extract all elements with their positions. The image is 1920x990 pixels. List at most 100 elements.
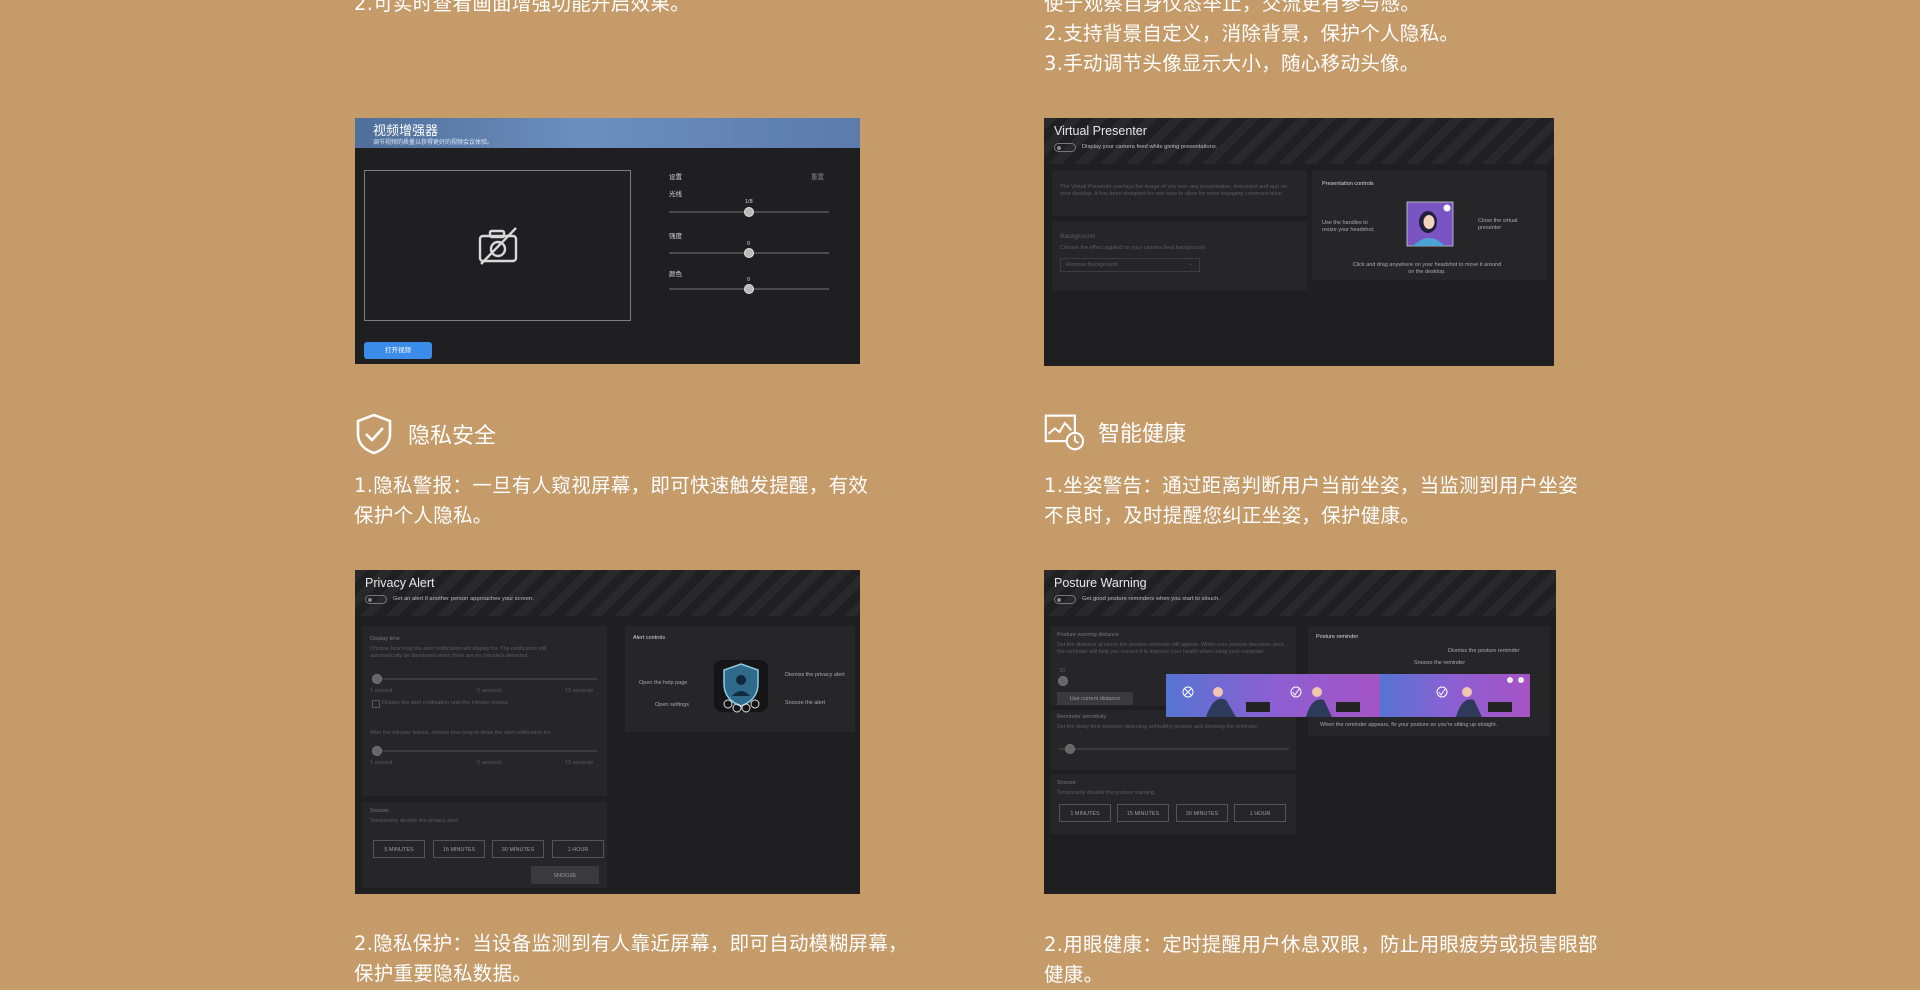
privacy-alert-toggle-desc: Get an alert if another person approache… bbox=[393, 596, 534, 602]
background-select[interactable]: Remove Background ⌄ bbox=[1060, 258, 1200, 272]
posture-distance-label: Posture warning distance bbox=[1057, 632, 1119, 638]
camera-off-icon bbox=[478, 227, 518, 265]
display-tick-2: 5 seconds bbox=[477, 688, 503, 694]
posture-snooze-15min-button[interactable]: 15 MINUTES bbox=[1117, 804, 1169, 822]
after-tick-1: 1 second bbox=[370, 760, 393, 766]
posture-snooze-1hour-button[interactable]: 1 HOUR bbox=[1234, 804, 1286, 822]
video-enhancer-panel: 视频增强器 调节视频的质量以获得更好的视频会议体验。 设置 重置 光线 1/8 … bbox=[355, 118, 860, 364]
after-leaves-desc: After the intruder leaves, choose how lo… bbox=[370, 730, 552, 736]
privacy-para1-line2: 保护个人隐私。 bbox=[354, 504, 493, 527]
alert-controls-title: Alert controls bbox=[633, 635, 666, 641]
privacy-alert-header: Privacy Alert Get an alert if another pe… bbox=[355, 570, 860, 616]
posture-warning-toggle-desc: Get good posture reminders when you star… bbox=[1082, 596, 1220, 602]
posture-illustration bbox=[1182, 686, 1360, 717]
top-right-line2: 2.支持背景自定义，消除背景，保护个人隐私。 bbox=[1044, 22, 1460, 45]
virtual-presenter-title: Virtual Presenter bbox=[1054, 124, 1147, 138]
after-tick-3: 10 seconds bbox=[565, 760, 594, 766]
presentation-controls-card: Presentation controls Use the handles to… bbox=[1312, 170, 1547, 280]
snooze-card: Snooze Temporarily disable the privacy a… bbox=[362, 802, 607, 888]
settings-label: 设置 bbox=[669, 174, 682, 181]
snooze-5min-button[interactable]: 5 MINUTES bbox=[373, 840, 425, 858]
display-time-slider-thumb[interactable] bbox=[372, 674, 382, 684]
brightness-slider-thumb[interactable] bbox=[744, 207, 754, 217]
display-time-label: Display time bbox=[370, 636, 400, 642]
top-left-line2: 2.可实时查看画面增强功能开启效果。 bbox=[354, 0, 691, 15]
snooze-alert-hint: Snooze the alert bbox=[785, 700, 826, 706]
presenter-desc-card: The Virtual Presenter overlays the image… bbox=[1052, 170, 1307, 216]
posture-warning-title: Posture Warning bbox=[1054, 576, 1147, 590]
posture-snooze-label: Snooze bbox=[1057, 780, 1076, 786]
privacy-shield-icon bbox=[714, 660, 768, 713]
health-heading-text: 智能健康 bbox=[1098, 422, 1187, 447]
privacy-heading-text: 隐私安全 bbox=[408, 424, 497, 449]
snooze-30min-button[interactable]: 30 MINUTES bbox=[492, 840, 544, 858]
camera-preview bbox=[364, 170, 631, 321]
snooze-label: Snooze bbox=[370, 808, 389, 814]
intensity-label: 强度 bbox=[669, 233, 682, 240]
health-para2-line1: 2.用眼健康：定时提醒用户休息双眼，防止用眼疲劳或损害眼部 bbox=[1044, 933, 1598, 956]
privacy-para2-line1: 2.隐私保护：当设备监测到有人靠近屏幕，即可自动模糊屏幕， bbox=[354, 932, 908, 955]
privacy-alert-toggle[interactable] bbox=[365, 595, 387, 604]
display-until-leaves-checkbox[interactable] bbox=[372, 700, 380, 708]
after-leaves-slider-thumb[interactable] bbox=[372, 746, 382, 756]
posture-illustration-2 bbox=[1436, 677, 1524, 717]
posture-snooze-1min-button[interactable]: 1 MINUTES bbox=[1059, 804, 1111, 822]
drag-hint: Click and drag anywhere on your headshot… bbox=[1352, 262, 1502, 275]
virtual-presenter-header: Virtual Presenter Display your camera fe… bbox=[1044, 118, 1554, 164]
snooze-1hour-button[interactable]: 1 HOUR bbox=[552, 840, 604, 858]
snooze-15min-button[interactable]: 15 MINUTES bbox=[433, 840, 485, 858]
sensitivity-slider[interactable] bbox=[1059, 748, 1289, 750]
display-time-slider[interactable] bbox=[372, 678, 597, 680]
intensity-value: 0 bbox=[747, 241, 751, 247]
intensity-slider-thumb[interactable] bbox=[744, 248, 754, 258]
top-right-line1: 使于观察自身仪态举止，交流更有参与感。 bbox=[1044, 0, 1421, 15]
posture-reminder-title: Posture reminder bbox=[1316, 634, 1359, 640]
sensitivity-slider-thumb[interactable] bbox=[1065, 744, 1075, 754]
alert-controls-card: Alert controls Open the help page Open s… bbox=[625, 626, 855, 732]
color-slider-thumb[interactable] bbox=[744, 284, 754, 294]
posture-warning-panel: Posture Warning Get good posture reminde… bbox=[1044, 570, 1556, 894]
health-monitor-icon bbox=[1044, 410, 1084, 454]
posture-distance-slider-thumb[interactable] bbox=[1058, 676, 1068, 686]
use-current-distance-button[interactable]: Use current distance bbox=[1057, 692, 1133, 705]
sensitivity-card: Reminder sensitivity Set the delay time … bbox=[1051, 710, 1296, 770]
display-tick-1: 1 second bbox=[370, 688, 393, 694]
posture-distance-value: 30 bbox=[1059, 668, 1066, 674]
snooze-desc: Temporarily disable the privacy alert. bbox=[370, 818, 460, 824]
snooze-button[interactable]: SNOOZE bbox=[531, 866, 599, 884]
privacy-alert-panel: Privacy Alert Get an alert if another pe… bbox=[355, 570, 860, 894]
brightness-value: 1/8 bbox=[745, 199, 753, 205]
privacy-heading: 隐私安全 bbox=[354, 412, 496, 456]
top-right-line3: 3.手动调节头像显示大小，随心移动头像。 bbox=[1044, 52, 1420, 75]
open-camera-button[interactable]: 打开视频 bbox=[364, 342, 432, 359]
privacy-para1-line1: 1.隐私警报：一旦有人窥视屏幕，即可快速触发提醒，有效 bbox=[354, 474, 869, 497]
posture-snooze-desc: Temporarily disable the posture warning. bbox=[1057, 790, 1156, 796]
after-tick-2: 5 seconds bbox=[477, 760, 503, 766]
privacy-alert-title: Privacy Alert bbox=[365, 576, 435, 590]
color-label: 颜色 bbox=[669, 271, 682, 278]
posture-snooze-30min-button[interactable]: 30 MINUTES bbox=[1176, 804, 1228, 822]
sensitivity-label: Reminder sensitivity bbox=[1057, 714, 1107, 720]
shield-check-icon bbox=[354, 412, 394, 456]
posture-snooze-card: Snooze Temporarily disable the posture w… bbox=[1051, 774, 1296, 834]
open-settings-hint: Open settings bbox=[655, 702, 689, 708]
video-enhancer-subtitle: 调节视频的质量以获得更好的视频会议体验。 bbox=[373, 139, 494, 146]
posture-warning-toggle[interactable] bbox=[1054, 595, 1076, 604]
after-leaves-slider[interactable] bbox=[372, 750, 597, 752]
chevron-down-icon: ⌄ bbox=[1188, 261, 1193, 267]
snooze-reminder-hint: Snooze the reminder bbox=[1414, 660, 1466, 666]
posture-reminder-banner-2 bbox=[1380, 674, 1530, 717]
reset-link[interactable]: 重置 bbox=[811, 171, 824, 181]
handles-hint: Use the handles to resize your headshot. bbox=[1322, 220, 1375, 233]
posture-reminder-banner bbox=[1166, 674, 1386, 717]
dismiss-reminder-hint: Dismiss the posture reminder bbox=[1448, 648, 1520, 654]
health-para1-line1: 1.坐姿警告：通过距离判断用户当前坐姿，当监测到用户坐姿 bbox=[1044, 474, 1579, 497]
display-time-desc: Choose how long the alert notification w… bbox=[370, 646, 547, 659]
open-help-hint: Open the help page bbox=[639, 680, 688, 686]
background-desc: Choose the effect applied on your camera… bbox=[1060, 245, 1207, 251]
posture-distance-desc: Set the distance at which the posture re… bbox=[1057, 642, 1286, 655]
headshot-preview bbox=[1406, 201, 1454, 247]
virtual-presenter-toggle[interactable] bbox=[1054, 143, 1076, 152]
virtual-presenter-panel: Virtual Presenter Display your camera fe… bbox=[1044, 118, 1554, 366]
health-para2-line2: 健康。 bbox=[1044, 963, 1104, 986]
